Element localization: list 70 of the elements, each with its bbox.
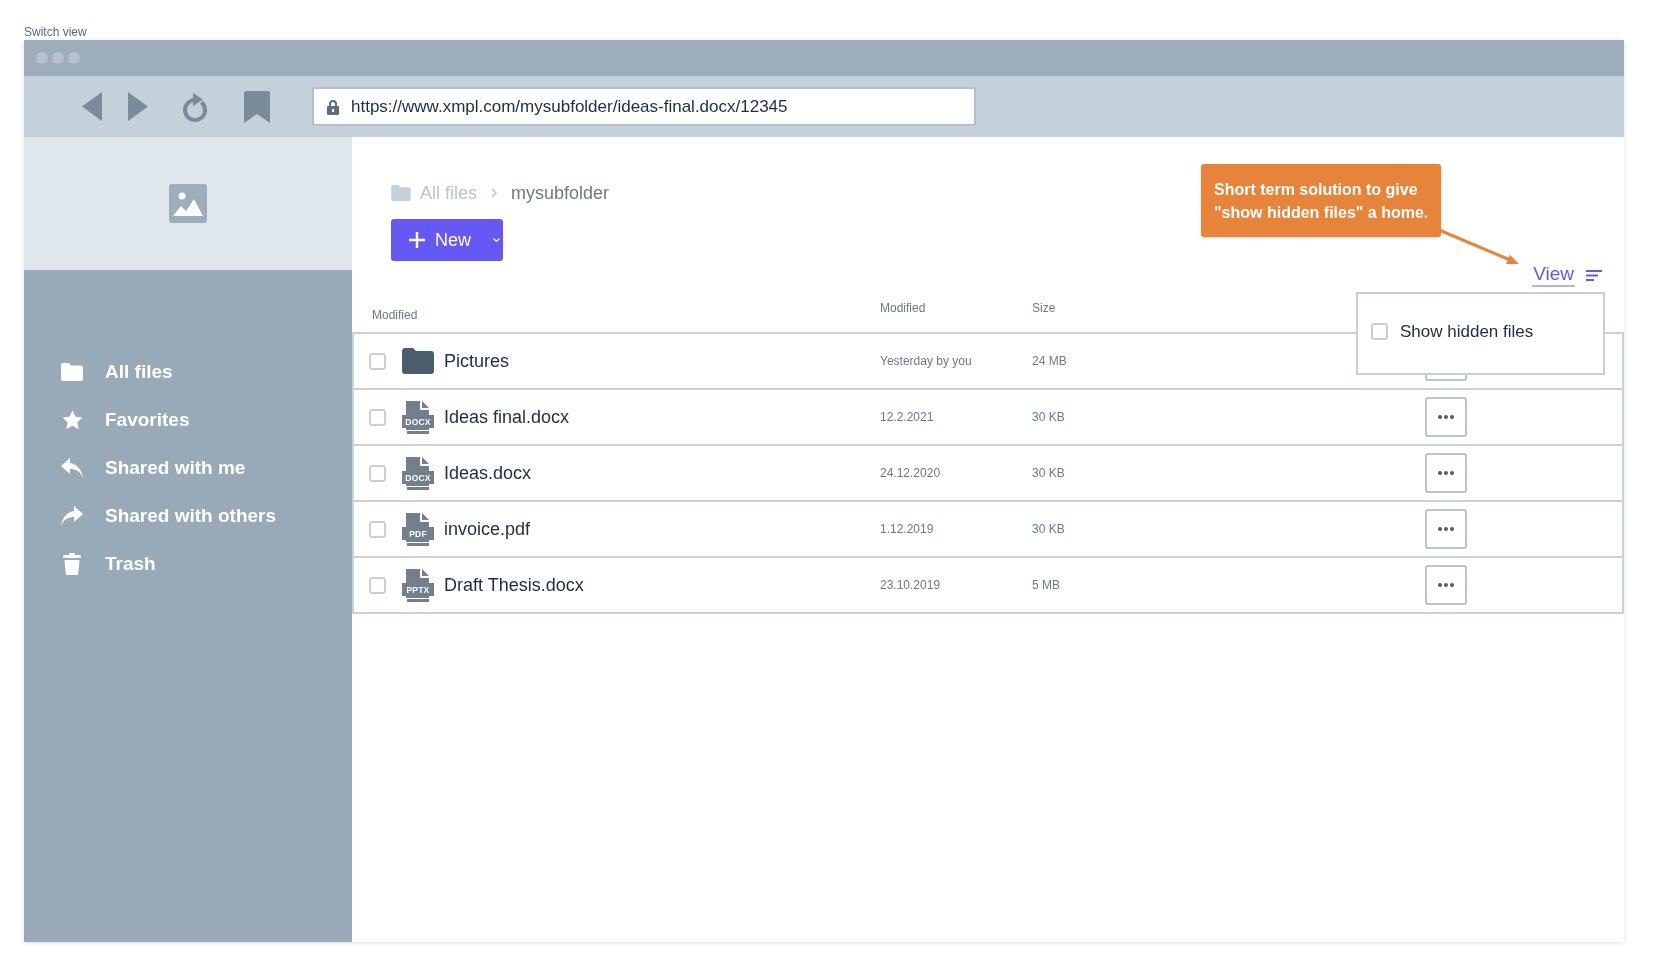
- page-caption: Switch view: [24, 25, 87, 39]
- column-header: Modified: [372, 308, 418, 324]
- trash-icon: [63, 553, 81, 575]
- document-icon: [402, 568, 434, 602]
- forward-icon[interactable]: [128, 92, 148, 121]
- sidebar-item[interactable]: Favorites: [61, 396, 190, 444]
- checkbox[interactable]: [369, 576, 386, 594]
- folder-icon: [61, 363, 83, 381]
- more-button[interactable]: [1425, 509, 1467, 549]
- checkbox[interactable]: [369, 352, 386, 370]
- folder-icon: [391, 185, 411, 201]
- sidebar-item[interactable]: Trash: [61, 540, 156, 588]
- reply-arrow-icon: [61, 458, 83, 478]
- file-name: Ideas.docx: [444, 462, 532, 484]
- view-link[interactable]: View: [1532, 263, 1575, 287]
- forward-arrow-icon: [61, 506, 83, 526]
- column-header: Modified: [880, 301, 926, 317]
- file-type-label: DOCX: [405, 415, 431, 428]
- ellipsis-icon: [1438, 527, 1454, 531]
- option-label[interactable]: Show hidden files: [1400, 321, 1534, 342]
- chevron-right-icon: [491, 188, 497, 198]
- document-icon: [402, 400, 434, 434]
- bookmark-icon[interactable]: [244, 90, 270, 123]
- modified-date: 23.10.2019: [880, 578, 941, 592]
- folder-icon: [402, 348, 434, 374]
- column-header: Size: [1032, 301, 1056, 317]
- reload-icon[interactable]: [180, 91, 209, 122]
- ellipsis-icon: [1438, 583, 1454, 587]
- document-icon: [402, 456, 434, 490]
- file-size: 5 MB: [1032, 578, 1060, 592]
- file-name: invoice.pdf: [444, 518, 531, 540]
- lock-icon: [326, 98, 340, 115]
- modified-date: 12.2.2021: [880, 410, 934, 424]
- modified-date: 24.12.2020: [880, 466, 941, 480]
- back-icon[interactable]: [82, 92, 102, 121]
- file-size: 30 KB: [1032, 522, 1065, 536]
- modified-date: 1.12.2019: [880, 522, 934, 536]
- modified-date: Yesterday by you: [880, 354, 972, 368]
- breadcrumb-link[interactable]: All files: [420, 182, 477, 204]
- file-name: Ideas final.docx: [444, 406, 570, 428]
- file-name: Draft Thesis.docx: [444, 574, 584, 596]
- more-button[interactable]: [1425, 453, 1467, 493]
- breadcrumb-link[interactable]: mysubfolder: [511, 182, 610, 204]
- file-name: Pictures: [444, 350, 510, 372]
- address-field[interactable]: https://www.xmpl.com/mysubfolder/ideas-final.docx/12345: [312, 87, 976, 126]
- more-button[interactable]: [1425, 565, 1467, 605]
- file-type-label: PDF: [409, 527, 427, 540]
- ellipsis-icon: [1438, 415, 1454, 419]
- document-icon: [402, 512, 434, 546]
- plus-icon: [409, 232, 425, 248]
- sidebar-item[interactable]: All files: [61, 348, 173, 396]
- checkbox[interactable]: [369, 520, 386, 538]
- menu-icon[interactable]: [1586, 269, 1602, 281]
- new-button[interactable]: New: [391, 219, 503, 261]
- sidebar-item[interactable]: Shared with me: [61, 444, 246, 492]
- image-icon: [169, 184, 207, 223]
- file-size: 30 KB: [1032, 466, 1065, 480]
- file-size: 24 MB: [1032, 354, 1067, 368]
- checkbox[interactable]: [369, 464, 386, 482]
- file-type-label: DOCX: [405, 471, 431, 484]
- file-type-label: PPTX: [406, 583, 430, 596]
- sidebar-item[interactable]: Shared with others: [61, 492, 277, 540]
- checkbox[interactable]: [369, 408, 386, 426]
- annotation-note: Short term solution to give "show hidden files" a home.: [1201, 164, 1442, 237]
- caret-icon: [493, 238, 500, 243]
- ellipsis-icon: [1438, 471, 1454, 475]
- star-icon: [61, 410, 83, 430]
- checkbox[interactable]: [1371, 323, 1388, 340]
- file-size: 30 KB: [1032, 410, 1065, 424]
- more-button[interactable]: [1425, 397, 1467, 437]
